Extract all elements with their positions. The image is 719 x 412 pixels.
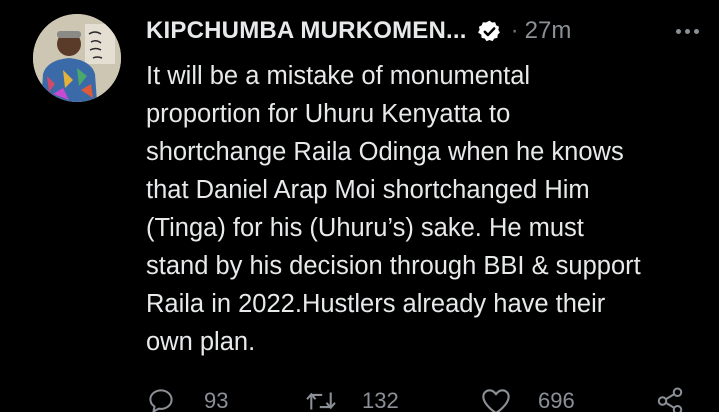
retweet-button[interactable]: 132 bbox=[304, 386, 399, 412]
reply-icon bbox=[146, 386, 176, 412]
author-name[interactable]: KIPCHUMBA MURKOMEN... bbox=[146, 17, 467, 45]
more-options-icon[interactable] bbox=[676, 14, 699, 48]
tweet-text-line: Raila in 2022.Hustlers already have thei… bbox=[146, 290, 606, 318]
tweet-text: It will be a mistake of monumental propo… bbox=[146, 57, 706, 361]
retweet-icon bbox=[304, 386, 338, 412]
like-count: 696 bbox=[538, 388, 575, 412]
tweet[interactable]: KIPCHUMBA MURKOMEN... · 27m It will be a… bbox=[0, 0, 719, 412]
tweet-text-line: proportion for Uhuru Kenyatta to bbox=[146, 100, 511, 128]
heart-icon bbox=[480, 386, 512, 412]
tweet-text-line: shortchange Raila Odinga when he knows bbox=[146, 138, 624, 166]
share-icon bbox=[654, 386, 686, 412]
like-button[interactable]: 696 bbox=[480, 386, 575, 412]
tweet-header: KIPCHUMBA MURKOMEN... · 27m bbox=[146, 14, 699, 48]
separator-dot: · bbox=[510, 17, 519, 44]
avatar[interactable] bbox=[33, 14, 121, 102]
timestamp[interactable]: 27m bbox=[525, 17, 572, 45]
share-button[interactable] bbox=[654, 386, 686, 412]
tweet-text-line: (Tinga) for his (Uhuru’s) sake. He must bbox=[146, 214, 584, 242]
tweet-text-line: own plan. bbox=[146, 328, 256, 356]
reply-count: 93 bbox=[204, 388, 229, 412]
retweet-count: 132 bbox=[362, 388, 399, 412]
verified-badge-icon bbox=[477, 19, 502, 44]
tweet-text-line: It will be a mistake of monumental bbox=[146, 62, 531, 90]
tweet-text-line: that Daniel Arap Moi shortchanged Him bbox=[146, 176, 590, 204]
tweet-text-line: stand by his decision through BBI & supp… bbox=[146, 252, 641, 280]
tweet-actions: 93 132 696 bbox=[146, 386, 706, 412]
reply-button[interactable]: 93 bbox=[146, 386, 228, 412]
